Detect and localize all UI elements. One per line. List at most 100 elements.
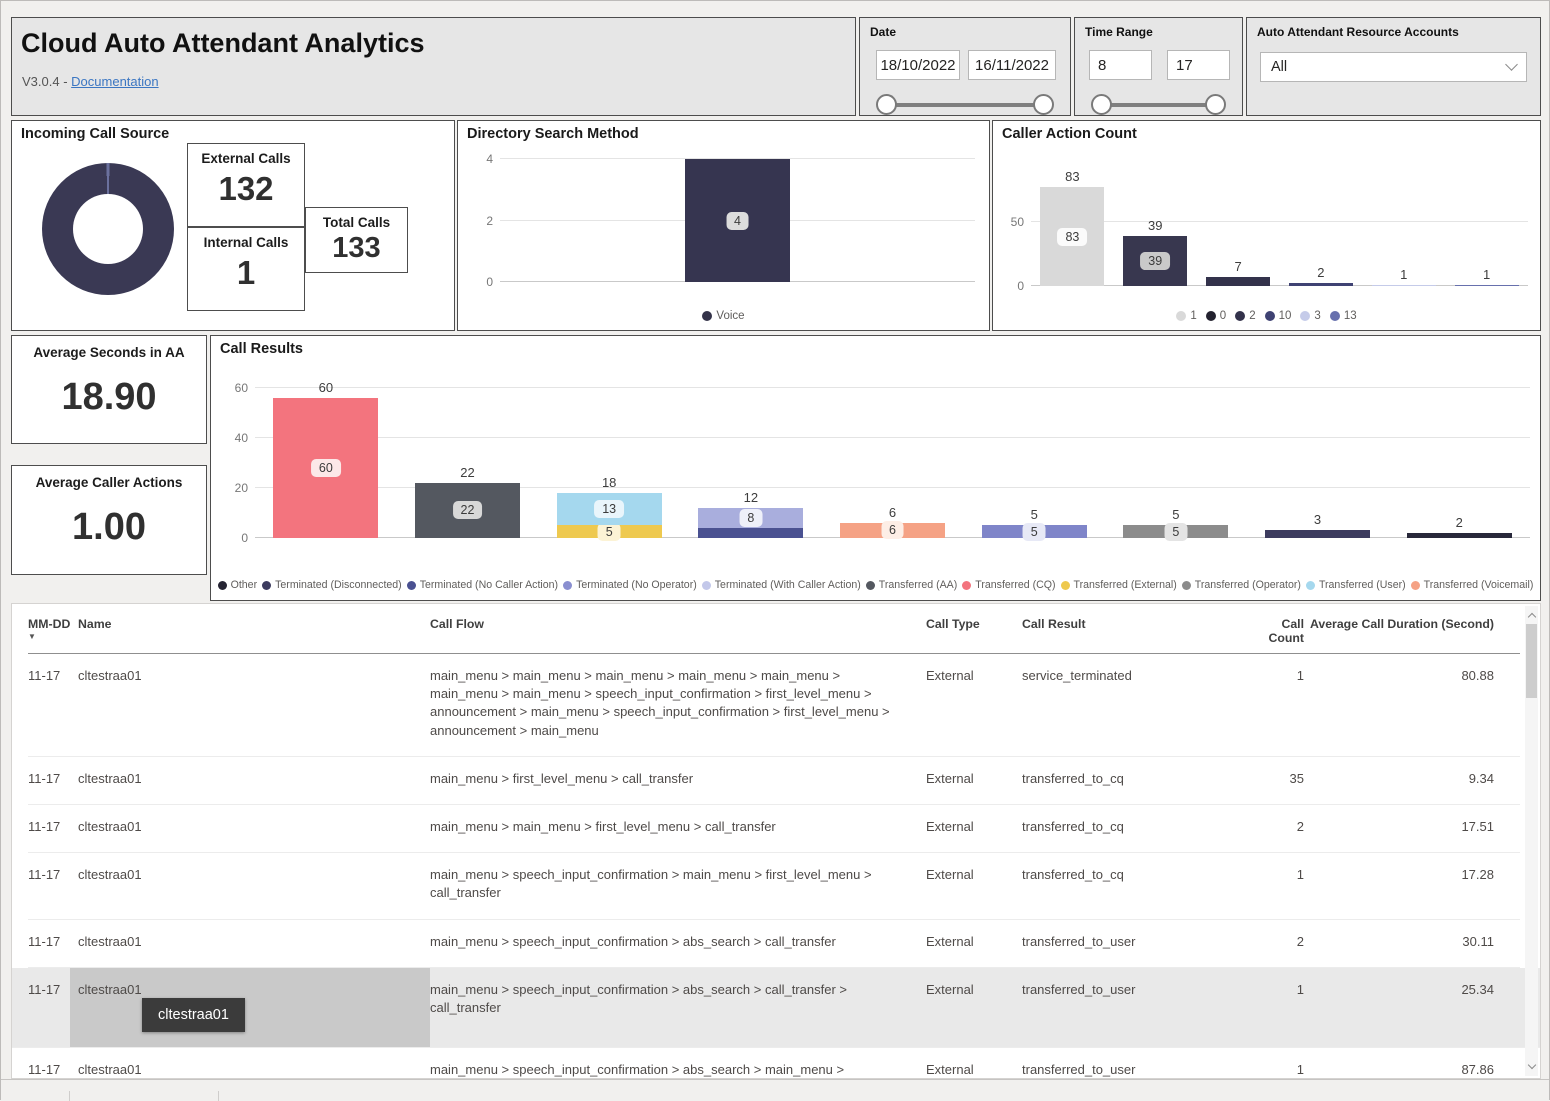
- total-calls-card: Total Calls 133: [305, 207, 408, 273]
- time-end-input[interactable]: [1167, 50, 1230, 80]
- bar-segment[interactable]: 39: [1123, 236, 1187, 286]
- bar-segment[interactable]: [1407, 533, 1512, 538]
- legend-item[interactable]: Transferred (User): [1306, 579, 1406, 591]
- table-scrollbar[interactable]: [1525, 606, 1538, 1076]
- column-header-date[interactable]: MM-DD ▼: [28, 617, 78, 641]
- cell-duration: 80.88: [1308, 667, 1498, 740]
- legend-item[interactable]: Terminated (No Operator): [563, 579, 697, 591]
- bar[interactable]: [1265, 530, 1370, 538]
- legend-item[interactable]: 1: [1176, 310, 1196, 322]
- table-row[interactable]: 11-17cltestraa01main_menu > first_level_…: [28, 757, 1520, 805]
- date-end-input[interactable]: [968, 50, 1056, 80]
- table-row[interactable]: 11-17cltestraa01main_menu > main_menu > …: [28, 654, 1520, 757]
- internal-calls-value: 1: [188, 254, 304, 292]
- legend-label: Transferred (AA): [879, 579, 958, 591]
- legend-item[interactable]: 2: [1235, 310, 1255, 322]
- bar-segment[interactable]: 13: [557, 493, 662, 526]
- column-header-call-result[interactable]: Call Result: [1022, 617, 1248, 631]
- bar[interactable]: 5: [982, 525, 1087, 538]
- chart-legend: Other Terminated (Disconnected) Terminated…: [211, 579, 1540, 591]
- legend-label: 2: [1249, 310, 1255, 322]
- scroll-up-icon[interactable]: [1525, 608, 1538, 623]
- bar-segment[interactable]: [1372, 285, 1436, 286]
- legend-item[interactable]: 13: [1330, 310, 1357, 322]
- bar-segment[interactable]: 6: [840, 523, 945, 538]
- bar[interactable]: [1455, 285, 1519, 286]
- legend-item[interactable]: Transferred (Operator): [1182, 579, 1301, 591]
- bar-segment[interactable]: 4: [685, 159, 790, 282]
- column-header-call-type[interactable]: Call Type: [926, 617, 1022, 631]
- bar-segment[interactable]: 8: [698, 508, 803, 528]
- bar-segment[interactable]: 22: [415, 483, 520, 538]
- date-filter-panel: Date: [859, 17, 1071, 116]
- bar[interactable]: 513: [557, 493, 662, 538]
- legend-item[interactable]: Transferred (CQ): [962, 579, 1055, 591]
- bar[interactable]: [1289, 283, 1353, 286]
- cell-duration: 17.28: [1308, 866, 1498, 902]
- column-header-name[interactable]: Name: [78, 617, 430, 631]
- bar[interactable]: [1206, 277, 1270, 286]
- bar-segment[interactable]: 5: [982, 525, 1087, 538]
- time-start-input[interactable]: [1089, 50, 1152, 80]
- cell-call-count: 1: [1248, 866, 1308, 902]
- tooltip: cltestraa01: [142, 998, 245, 1032]
- table-row[interactable]: 11-17cltestraa01main_menu > speech_input…: [12, 968, 1540, 1048]
- chart-legend: 10 2 10 3 13: [993, 310, 1540, 322]
- legend-label: 1: [1190, 310, 1196, 322]
- table-row[interactable]: 11-17cltestraa01main_menu > speech_input…: [28, 920, 1520, 968]
- table-row[interactable]: 11-17cltestraa01main_menu > speech_input…: [28, 853, 1520, 919]
- bar[interactable]: 5: [1123, 525, 1228, 538]
- legend-item[interactable]: Transferred (External): [1061, 579, 1177, 591]
- bar-segment[interactable]: [1455, 285, 1519, 286]
- y-axis-label: 0: [241, 531, 248, 545]
- bar[interactable]: 6: [840, 523, 945, 538]
- bar[interactable]: [1372, 285, 1436, 286]
- column-header-call-count[interactable]: Call Count: [1248, 617, 1308, 645]
- bar[interactable]: 22: [415, 483, 520, 538]
- legend-item[interactable]: 3: [1300, 310, 1320, 322]
- cell-name: cltestraa01: [78, 968, 430, 1047]
- time-slider-handle-start[interactable]: [1091, 94, 1112, 115]
- bar[interactable]: 4: [685, 159, 790, 282]
- legend-item[interactable]: Terminated (Disconnected): [262, 579, 402, 591]
- legend-item[interactable]: Terminated (With Caller Action): [702, 579, 861, 591]
- bar-segment[interactable]: 5: [557, 525, 662, 538]
- bar[interactable]: [1407, 533, 1512, 538]
- column-header-avg-duration[interactable]: Average Call Duration (Second): [1308, 617, 1498, 631]
- legend-item[interactable]: Terminated (No Caller Action): [407, 579, 558, 591]
- documentation-link[interactable]: Documentation: [71, 74, 158, 89]
- legend-item[interactable]: 10: [1265, 310, 1292, 322]
- legend-item[interactable]: Voice: [702, 310, 744, 322]
- bar-data-label: 4: [726, 212, 749, 230]
- date-start-input[interactable]: [876, 50, 960, 80]
- legend-label: Transferred (Operator): [1195, 579, 1301, 591]
- legend-item[interactable]: Transferred (Voicemail): [1411, 579, 1534, 591]
- legend-item[interactable]: Other: [218, 579, 258, 591]
- legend-item[interactable]: Transferred (AA): [866, 579, 958, 591]
- legend-label: Transferred (User): [1319, 579, 1406, 591]
- bar-segment[interactable]: [698, 528, 803, 538]
- bar[interactable]: 39: [1123, 236, 1187, 286]
- bar[interactable]: 8: [698, 508, 803, 538]
- table-row[interactable]: 11-17cltestraa01main_menu > speech_input…: [28, 1048, 1520, 1079]
- bar-value-label: 39: [1148, 218, 1162, 233]
- bar-segment[interactable]: [1206, 277, 1270, 286]
- bar[interactable]: 60: [273, 398, 378, 538]
- time-slider-handle-end[interactable]: [1205, 94, 1226, 115]
- bar[interactable]: 83: [1040, 187, 1104, 286]
- accounts-dropdown[interactable]: All: [1260, 52, 1527, 82]
- legend-item[interactable]: 0: [1206, 310, 1226, 322]
- scrollbar-thumb[interactable]: [1526, 624, 1537, 698]
- bar-segment[interactable]: [1265, 530, 1370, 538]
- column-header-call-flow[interactable]: Call Flow: [430, 617, 926, 631]
- bar-segment[interactable]: 60: [273, 398, 378, 538]
- date-slider-handle-end[interactable]: [1033, 94, 1054, 115]
- bar-segment[interactable]: 5: [1123, 525, 1228, 538]
- bar-segment[interactable]: [1289, 283, 1353, 286]
- date-slider-handle-start[interactable]: [876, 94, 897, 115]
- bar-data-label: 60: [311, 459, 341, 477]
- scroll-down-icon[interactable]: [1525, 1059, 1538, 1074]
- bar-segment[interactable]: 83: [1040, 187, 1104, 286]
- average-caller-actions-card: Average Caller Actions 1.00: [11, 465, 207, 575]
- table-row[interactable]: 11-17cltestraa01main_menu > main_menu > …: [28, 805, 1520, 853]
